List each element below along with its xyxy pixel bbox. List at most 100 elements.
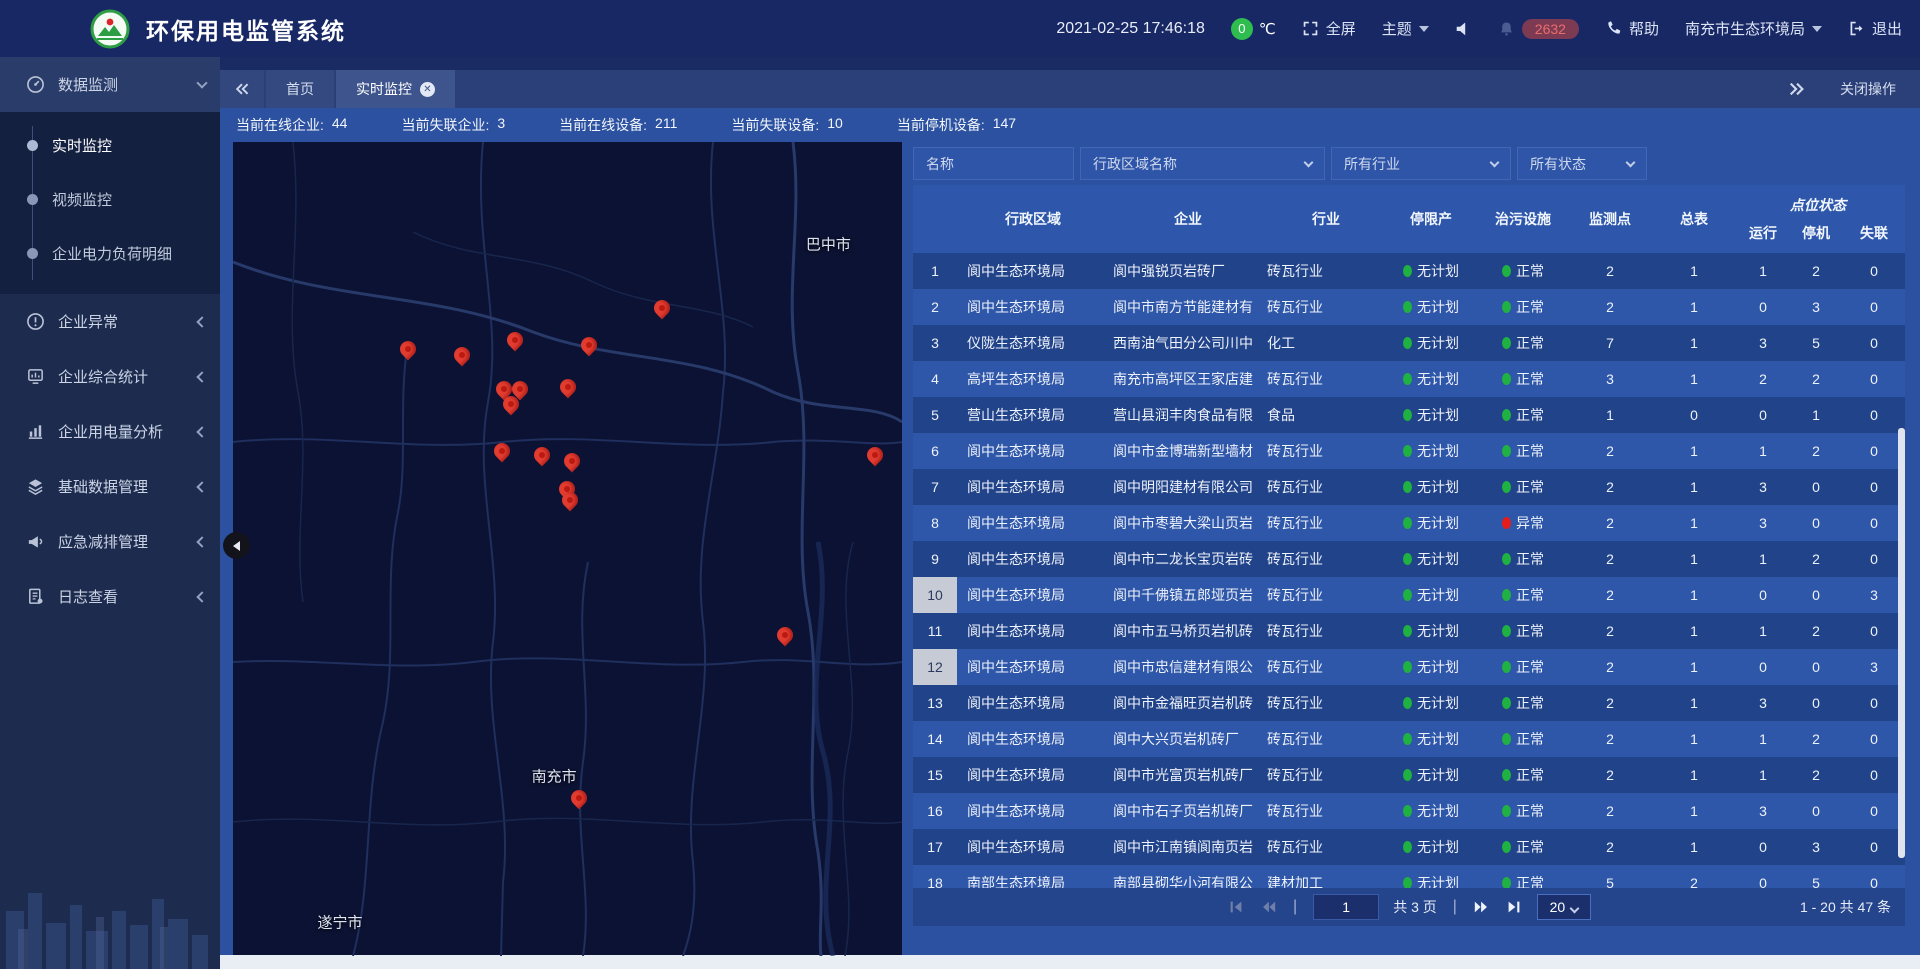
cell-company: 阆中市二龙长宝页岩砖 — [1109, 541, 1267, 577]
map-container[interactable]: 巴中市南充市遂宁市 — [233, 142, 902, 955]
cell-index: 3 — [913, 325, 957, 361]
table-row[interactable]: 3仪陇生态环境局西南油气田分公司川中化工无计划正常71350 — [913, 325, 1905, 361]
column-header-lost: 失联 — [1843, 223, 1905, 243]
next-page-button[interactable] — [1473, 898, 1491, 916]
theme-menu[interactable]: 主题 — [1382, 18, 1429, 39]
close-tab-icon[interactable]: ✕ — [420, 82, 435, 97]
fullscreen-button[interactable]: 全屏 — [1302, 18, 1356, 39]
table-row[interactable]: 15阆中生态环境局阆中市光富页岩机砖厂砖瓦行业无计划正常21120 — [913, 757, 1905, 793]
sidebar-section-3[interactable]: 企业综合统计 — [0, 349, 220, 404]
table-row[interactable]: 14阆中生态环境局阆中大兴页岩机砖厂砖瓦行业无计划正常21120 — [913, 721, 1905, 757]
cell-industry: 砖瓦行业 — [1267, 505, 1385, 541]
cell-total-meter: 1 — [1651, 433, 1737, 469]
sidebar-item-企业电力负荷明细[interactable]: 企业电力负荷明细 — [0, 226, 220, 280]
page-size-select[interactable]: 20 — [1537, 894, 1591, 920]
top-header: 环保用电监管系统 2021-02-25 17:46:18 0 ℃ 全屏 主题 — [0, 0, 1920, 57]
status-dot-green-icon — [1502, 805, 1511, 817]
table-scrollbar[interactable] — [1898, 253, 1905, 888]
first-page-button[interactable] — [1227, 898, 1245, 916]
cell-total-meter: 1 — [1651, 685, 1737, 721]
double-chevron-right-icon[interactable] — [1788, 80, 1806, 98]
sidebar-section-6[interactable]: 应急减排管理 — [0, 514, 220, 569]
filter-bar: 行政区域名称 所有行业 所有状态 — [913, 142, 1905, 185]
table-row[interactable]: 8阆中生态环境局阆中市枣碧大梁山页岩砖瓦行业无计划异常21300 — [913, 505, 1905, 541]
table-row[interactable]: 16阆中生态环境局阆中市石子页岩机砖厂砖瓦行业无计划正常21300 — [913, 793, 1905, 829]
table-row[interactable]: 4高坪生态环境局南充市高坪区王家店建砖瓦行业无计划正常31220 — [913, 361, 1905, 397]
cell-industry: 砖瓦行业 — [1267, 757, 1385, 793]
cell-stop-production: 无计划 — [1385, 253, 1477, 289]
cell-lost: 0 — [1843, 397, 1905, 433]
last-page-button[interactable] — [1505, 898, 1523, 916]
facility-status-label: 正常 — [1516, 333, 1544, 353]
status-dot-red-icon — [1502, 517, 1511, 529]
table-row[interactable]: 9阆中生态环境局阆中市二龙长宝页岩砖砖瓦行业无计划正常21120 — [913, 541, 1905, 577]
tab-实时监控[interactable]: 实时监控✕ — [336, 70, 455, 108]
status-filter-value: 所有状态 — [1530, 154, 1613, 174]
name-filter-input[interactable] — [926, 156, 1061, 172]
cell-stopped: 5 — [1789, 865, 1843, 888]
sidebar-section-1[interactable]: 数据监测 — [0, 57, 220, 112]
sidebar-item-实时监控[interactable]: 实时监控 — [0, 118, 220, 172]
cell-company: 营山县润丰肉食品有限 — [1109, 397, 1267, 433]
sidebar-section-5[interactable]: 基础数据管理 — [0, 459, 220, 514]
cell-stopped: 2 — [1789, 541, 1843, 577]
sidebar-section-4[interactable]: 企业用电量分析 — [0, 404, 220, 459]
status-dot-green-icon — [1403, 769, 1412, 781]
cell-monitor-points: 3 — [1569, 361, 1651, 397]
stop-status-label: 无计划 — [1417, 549, 1459, 569]
table-row[interactable]: 7阆中生态环境局阆中明阳建材有限公司砖瓦行业无计划正常21300 — [913, 469, 1905, 505]
name-filter[interactable] — [913, 147, 1074, 180]
sidebar-section-label: 企业用电量分析 — [58, 421, 198, 442]
cell-stopped: 0 — [1789, 577, 1843, 613]
help-button[interactable]: 帮助 — [1605, 18, 1659, 39]
page-number-input[interactable] — [1313, 894, 1379, 920]
table-row[interactable]: 2阆中生态环境局阆中市南方节能建材有砖瓦行业无计划正常21030 — [913, 289, 1905, 325]
cell-region: 营山生态环境局 — [957, 397, 1109, 433]
table-row[interactable]: 1阆中生态环境局阆中强锐页岩砖厂砖瓦行业无计划正常21120 — [913, 253, 1905, 289]
sidebar-section-7[interactable]: 日志查看 — [0, 569, 220, 624]
table-row[interactable]: 11阆中生态环境局阆中市五马桥页岩机砖砖瓦行业无计划正常21120 — [913, 613, 1905, 649]
tabs-scroll-left-button[interactable] — [220, 70, 264, 108]
chevron-left-icon — [196, 536, 207, 547]
cell-stopped: 3 — [1789, 289, 1843, 325]
status-filter-select[interactable]: 所有状态 — [1517, 147, 1647, 180]
table-row[interactable]: 12阆中生态环境局阆中市忠信建材有限公砖瓦行业无计划正常21003 — [913, 649, 1905, 685]
logout-button[interactable]: 退出 — [1848, 18, 1902, 39]
cell-monitor-points: 2 — [1569, 829, 1651, 865]
user-menu[interactable]: 南充市生态环境局 — [1685, 18, 1822, 39]
cell-total-meter: 1 — [1651, 793, 1737, 829]
table-row[interactable]: 10阆中生态环境局阆中千佛镇五郎垭页岩砖瓦行业无计划正常21003 — [913, 577, 1905, 613]
industry-filter-select[interactable]: 所有行业 — [1331, 147, 1511, 180]
table-row[interactable]: 17阆中生态环境局阆中市江南镇阆南页岩砖瓦行业无计划正常21030 — [913, 829, 1905, 865]
table-row[interactable]: 18南部生态环境局南部县砌华小河有限公建材加工无计划正常52050 — [913, 865, 1905, 888]
fullscreen-icon — [1302, 20, 1319, 37]
chevron-left-icon — [196, 591, 207, 602]
cell-pollution-facility: 正常 — [1477, 613, 1569, 649]
cell-index: 9 — [913, 541, 957, 577]
status-dot-green-icon — [1502, 409, 1511, 421]
table-row[interactable]: 5营山生态环境局营山县润丰肉食品有限食品无计划正常10010 — [913, 397, 1905, 433]
cell-stop-production: 无计划 — [1385, 577, 1477, 613]
table-row[interactable]: 13阆中生态环境局阆中市金福旺页岩机砖砖瓦行业无计划正常21300 — [913, 685, 1905, 721]
cell-monitor-points: 2 — [1569, 469, 1651, 505]
cell-lost: 0 — [1843, 829, 1905, 865]
close-operations-button[interactable]: 关闭操作 — [1840, 79, 1896, 99]
cell-pollution-facility: 正常 — [1477, 253, 1569, 289]
bullet-dot-icon — [27, 140, 38, 151]
status-dot-green-icon — [1502, 481, 1511, 493]
cell-stopped: 2 — [1789, 721, 1843, 757]
speaker-muted-icon[interactable] — [1455, 20, 1472, 37]
table-row[interactable]: 6阆中生态环境局阆中市金博瑞新型墙材砖瓦行业无计划正常21120 — [913, 433, 1905, 469]
tab-首页[interactable]: 首页 — [266, 70, 334, 108]
scrollbar-thumb[interactable] — [1898, 428, 1905, 858]
cell-lost: 0 — [1843, 505, 1905, 541]
sidebar-item-视频监控[interactable]: 视频监控 — [0, 172, 220, 226]
facility-status-label: 正常 — [1516, 765, 1544, 785]
notification-bell[interactable]: 2632 — [1498, 19, 1579, 39]
cell-region: 阆中生态环境局 — [957, 433, 1109, 469]
cell-index: 13 — [913, 685, 957, 721]
status-dot-green-icon — [1403, 337, 1412, 349]
previous-page-button[interactable] — [1259, 898, 1277, 916]
region-filter-select[interactable]: 行政区域名称 — [1080, 147, 1325, 180]
sidebar-section-2[interactable]: 企业异常 — [0, 294, 220, 349]
